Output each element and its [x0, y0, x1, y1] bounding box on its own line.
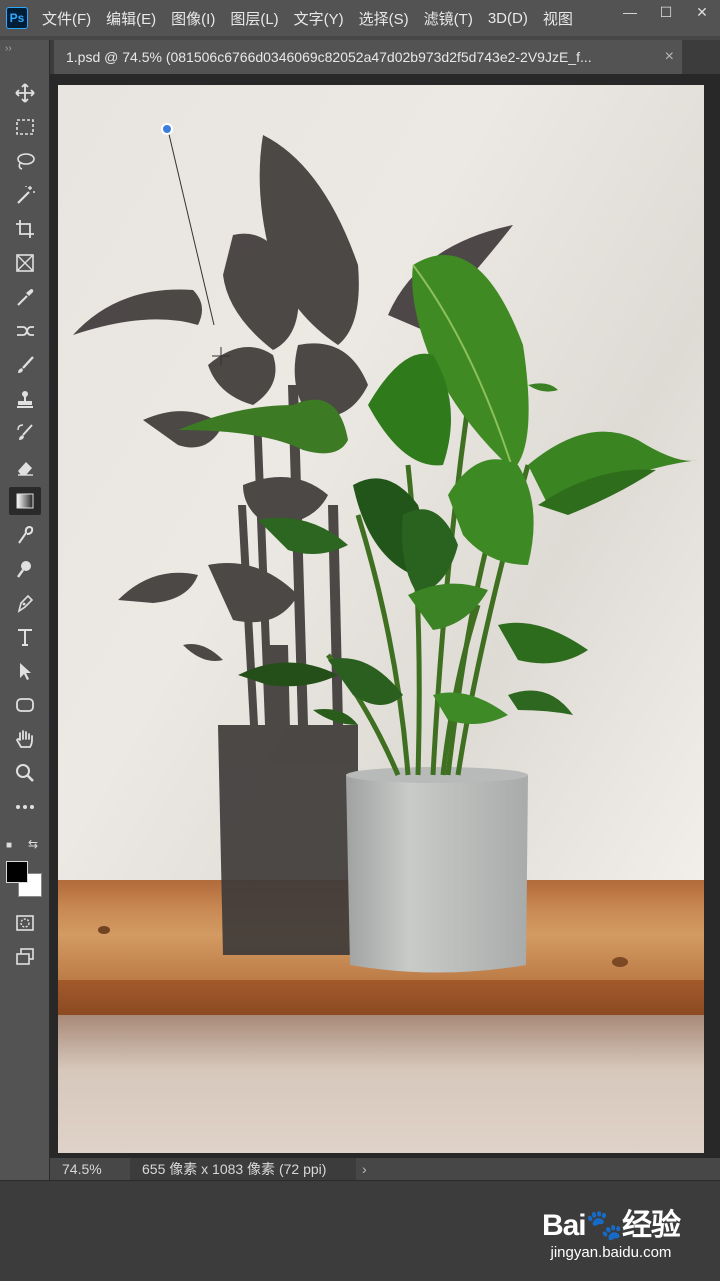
history-brush-tool[interactable]	[9, 419, 41, 447]
lasso-tool[interactable]	[9, 147, 41, 175]
gradient-tool[interactable]	[9, 487, 41, 515]
gradient-icon	[16, 493, 34, 509]
history-brush-icon	[17, 424, 33, 440]
document-tab-bar: 1.psd @ 74.5% (081506c6766d0346069c82052…	[50, 40, 720, 74]
type-tool[interactable]	[9, 623, 41, 651]
watermark-logo: Bai🐾经验	[541, 1209, 681, 1242]
clone-stamp-tool[interactable]	[9, 385, 41, 413]
baidu-jingyan-watermark: Bai🐾经验 jingyan.baidu.com	[541, 1200, 681, 1261]
path-selection-tool[interactable]	[9, 657, 41, 685]
status-menu-chevron-icon[interactable]: ›	[362, 1161, 367, 1177]
eyedropper-icon	[17, 289, 34, 306]
crop-tool[interactable]	[9, 215, 41, 243]
smudge-icon	[18, 525, 34, 544]
move-icon	[15, 83, 35, 103]
default-colors-icon[interactable]: ■	[6, 840, 12, 851]
magic-wand-icon	[17, 186, 35, 204]
dodge-tool[interactable]	[9, 555, 41, 583]
menu-type[interactable]: 文字(Y)	[294, 8, 344, 29]
document-info: 655 像素 x 1083 像素 (72 ppi)	[130, 1158, 356, 1180]
magnifier-icon	[16, 764, 34, 782]
menu-bar: Ps 文件(F) 编辑(E) 图像(I) 图层(L) 文字(Y) 选择(S) 滤…	[0, 0, 720, 36]
screen-mode-icon	[16, 948, 34, 965]
healing-brush-tool[interactable]	[9, 317, 41, 345]
gradient-drag-line	[167, 129, 230, 365]
marquee-icon	[16, 119, 34, 135]
close-window-button[interactable]: ✕	[684, 0, 720, 24]
menu-edit[interactable]: 编辑(E)	[106, 8, 156, 29]
quick-mask-icon	[16, 915, 34, 931]
close-document-icon[interactable]: ×	[665, 48, 674, 66]
concrete-pot	[346, 775, 528, 973]
tools-panel: ›› ■ ⇆	[0, 40, 50, 1180]
panel-grip[interactable]: ››	[5, 43, 12, 54]
ellipsis-icon	[16, 805, 34, 809]
healing-icon	[17, 326, 34, 336]
stamp-icon	[17, 391, 33, 408]
hand-icon	[15, 730, 33, 748]
more-tools[interactable]	[9, 793, 41, 821]
zoom-tool[interactable]	[9, 759, 41, 787]
type-icon	[18, 629, 32, 646]
status-bar: 74.5% 655 像素 x 1083 像素 (72 ppi) ›	[50, 1158, 720, 1180]
menu-filter[interactable]: 滤镜(T)	[424, 8, 473, 29]
swap-colors-icon[interactable]: ⇆	[28, 837, 38, 851]
menu-view[interactable]: 视图	[543, 8, 573, 29]
magic-wand-tool[interactable]	[9, 181, 41, 209]
brush-icon	[18, 356, 34, 373]
quick-mask-button[interactable]	[9, 909, 41, 937]
rounded-rectangle-icon	[16, 698, 34, 712]
document-tab[interactable]: 1.psd @ 74.5% (081506c6766d0346069c82052…	[54, 40, 682, 74]
crop-icon	[16, 220, 34, 238]
menu-select[interactable]: 选择(S)	[359, 8, 409, 29]
document-tab-title: 1.psd @ 74.5% (081506c6766d0346069c82052…	[66, 49, 592, 65]
document-canvas[interactable]	[58, 85, 704, 1153]
lasso-icon	[17, 153, 35, 170]
foreground-color-swatch[interactable]	[6, 861, 28, 883]
photoshop-logo: Ps	[6, 7, 28, 29]
minimize-button[interactable]: —	[612, 0, 648, 24]
menu-3d[interactable]: 3D(D)	[488, 10, 528, 27]
menu-layer[interactable]: 图层(L)	[230, 8, 278, 29]
eraser-icon	[18, 462, 33, 476]
eyedropper-tool[interactable]	[9, 283, 41, 311]
maximize-button[interactable]: ☐	[648, 0, 684, 24]
move-tool[interactable]	[9, 79, 41, 107]
shape-tool[interactable]	[9, 691, 41, 719]
menu-image[interactable]: 图像(I)	[171, 8, 215, 29]
brush-tool[interactable]	[9, 351, 41, 379]
pen-tool[interactable]	[9, 589, 41, 617]
arrow-pointer-icon	[20, 663, 31, 680]
menu-file[interactable]: 文件(F)	[42, 8, 91, 29]
dodge-icon	[17, 561, 31, 578]
eraser-tool[interactable]	[9, 453, 41, 481]
frame-tool[interactable]	[9, 249, 41, 277]
watermark-url: jingyan.baidu.com	[550, 1244, 672, 1261]
zoom-level[interactable]: 74.5%	[62, 1161, 118, 1177]
screen-mode-button[interactable]	[9, 943, 41, 971]
window-controls: — ☐ ✕	[612, 0, 720, 24]
marquee-tool[interactable]	[9, 113, 41, 141]
pen-icon	[17, 594, 34, 613]
hand-tool[interactable]	[9, 725, 41, 753]
smudge-tool[interactable]	[9, 521, 41, 549]
gradient-start-handle[interactable]	[161, 123, 173, 135]
frame-icon	[16, 254, 34, 272]
